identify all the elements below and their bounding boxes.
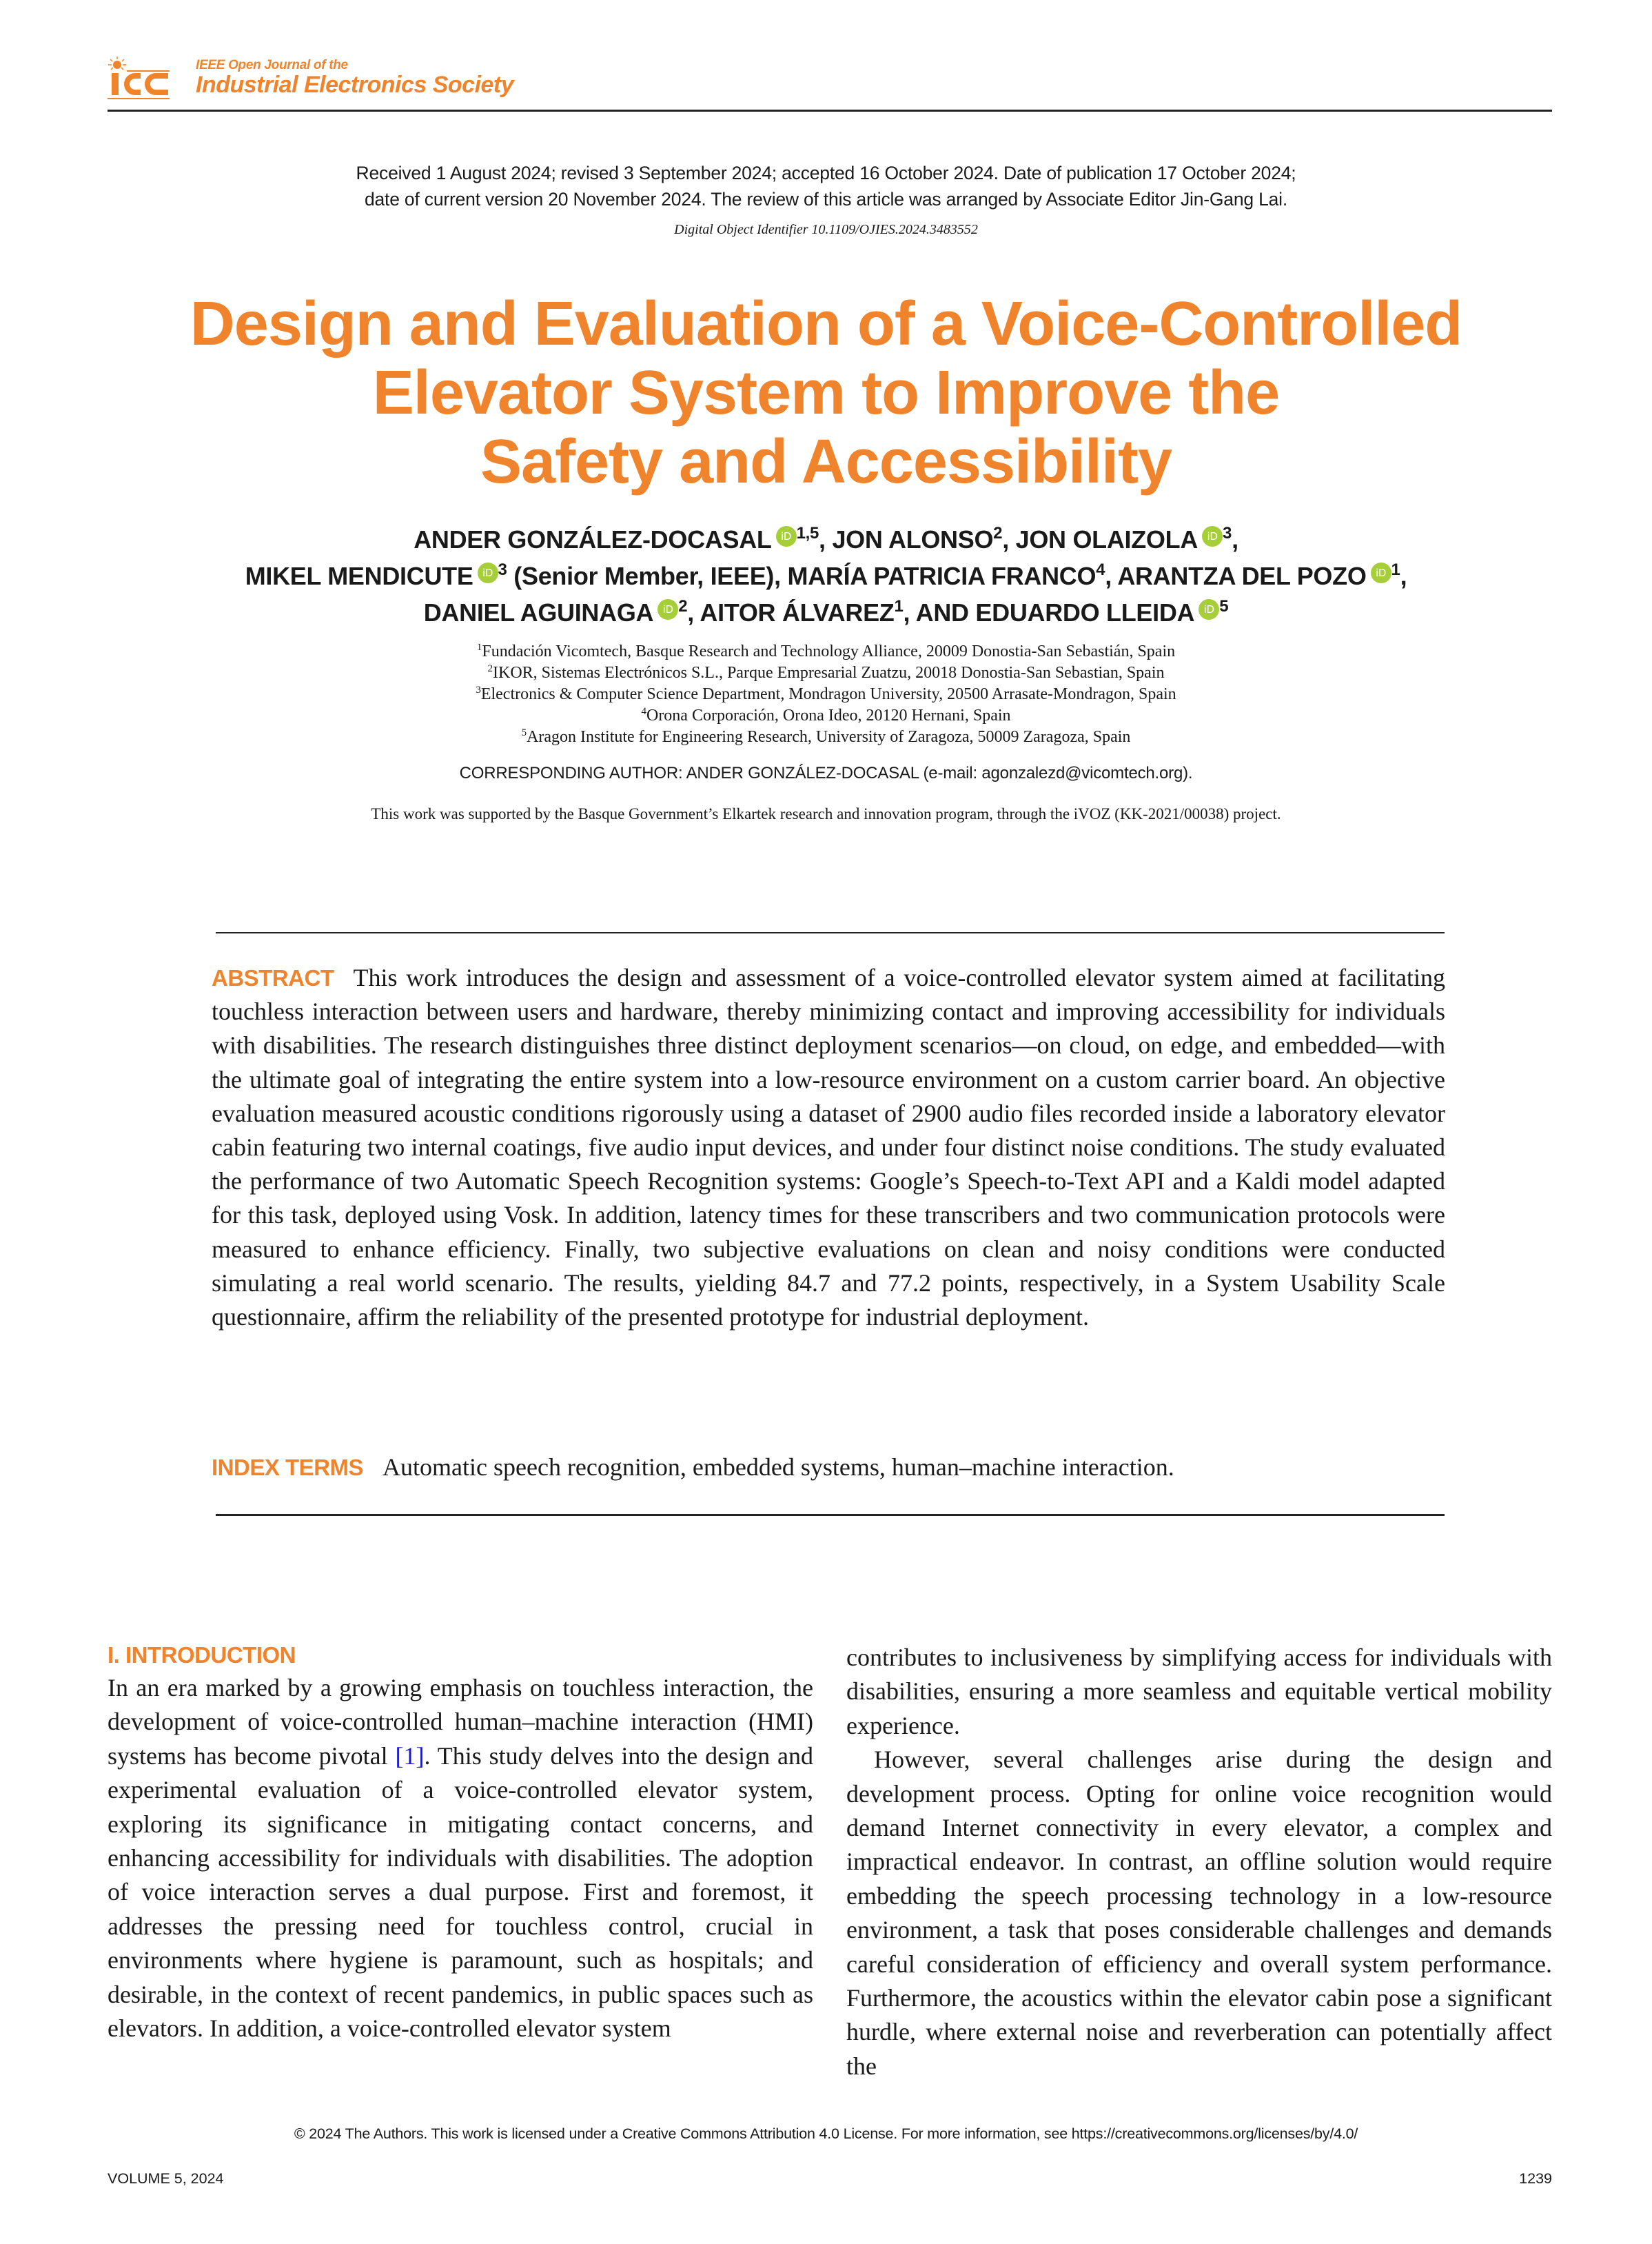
funding-note: This work was supported by the Basque Go…	[371, 805, 1281, 822]
author-affiliation: 1	[894, 597, 904, 616]
intro-paragraph-1: In an era marked by a growing emphasis o…	[108, 1671, 813, 2045]
author-affiliation: 1,5	[796, 524, 819, 543]
abstract: ABSTRACT This work introduces the design …	[212, 961, 1445, 1334]
author-name: JON ALONSO	[832, 525, 994, 554]
title-line-3: Safety and Accessibility	[480, 427, 1172, 496]
author-affiliation: 1	[1391, 560, 1400, 579]
orcid-icon[interactable]: iD	[1370, 563, 1391, 583]
author-list: ANDER GONZÁLEZ-DOCASAL iD 1,5, JON ALONSO2…	[0, 521, 1652, 631]
affiliation-item: 4Orona Corporación, Orona Ideo, 20120 He…	[0, 705, 1652, 727]
abstract-text: This work introduces the design and asse…	[212, 964, 1445, 1331]
author-name: JON OLAIZOLA	[1015, 525, 1199, 554]
affiliation-list: 1Fundación Vicomtech, Basque Research an…	[0, 641, 1652, 748]
title-line-1: Design and Evaluation of a Voice-Control…	[190, 290, 1463, 358]
author-affiliation: 3	[1223, 524, 1232, 543]
affiliation-item: 5Aragon Institute for Engineering Resear…	[0, 727, 1652, 748]
abstract-label: ABSTRACT	[212, 965, 334, 991]
paper-title: Design and Evaluation of a Voice-Control…	[0, 290, 1652, 496]
orcid-icon[interactable]: iD	[775, 526, 797, 547]
page-number: 1239	[1519, 2170, 1552, 2187]
author-name: MIKEL MENDICUTE	[245, 562, 473, 590]
orcid-icon[interactable]: iD	[1199, 599, 1220, 620]
journal-name-line1: IEEE Open Journal of the	[196, 58, 348, 72]
affiliation-text: Fundación Vicomtech, Basque Research and…	[482, 643, 1176, 660]
author-name: MARÍA PATRICIA FRANCO	[787, 562, 1097, 590]
section-heading-introduction: I. INTRODUCTION	[108, 1642, 296, 1668]
affiliation-item: 1Fundación Vicomtech, Basque Research an…	[0, 641, 1652, 663]
intro-paragraph-1-continued: contributes to inclusiveness by simplify…	[846, 1644, 1552, 1739]
publication-history: Received 1 August 2024; revised 3 Septem…	[0, 160, 1652, 212]
journal-header: IEEE Open Journal of the Industrial Elec…	[108, 54, 1552, 109]
author-line-3: DANIEL AGUINAGA iD 2, AITOR ÁLVAREZ1, AND …	[0, 594, 1652, 631]
doi: Digital Object Identifier 10.1109/OJIES.…	[674, 222, 978, 237]
body-column-left: I. INTRODUCTION In an era marked by a gr…	[108, 1641, 813, 2045]
affiliation-text: Orona Corporación, Orona Ideo, 20120 Her…	[646, 707, 1011, 725]
author-separator: ,	[1400, 562, 1407, 590]
volume-label: VOLUME 5, 2024	[108, 2170, 224, 2187]
body-column-right: contributes to inclusiveness by simplify…	[846, 1641, 1552, 2083]
author-name: AITOR ÁLVAREZ	[700, 598, 895, 627]
author-line-2: MIKEL MENDICUTE iD 3 (Senior Member, IEEE)…	[0, 558, 1652, 594]
affiliation-text: IKOR, Sistemas Electrónicos S.L., Parque…	[493, 664, 1165, 682]
author-separator: ,	[1105, 562, 1112, 590]
paragraph-text: . This study delves into the design and …	[108, 1741, 813, 2043]
author-separator: ,	[687, 598, 694, 627]
citation-link[interactable]: [1]	[395, 1742, 424, 1770]
abstract-top-divider	[216, 932, 1445, 933]
header-divider	[108, 110, 1552, 112]
corresponding-author: CORRESPONDING AUTHOR: ANDER GONZÁLEZ-DOC…	[459, 764, 1193, 782]
author-separator: ,	[819, 525, 826, 554]
license-notice: © 2024 The Authors. This work is license…	[294, 2125, 1358, 2142]
author-name: AND EDUARDO LLEIDA	[915, 598, 1195, 627]
affiliation-number: 2	[487, 663, 493, 674]
publication-history-line1: Received 1 August 2024; revised 3 Septem…	[356, 163, 1296, 183]
author-membership: (Senior Member, IEEE),	[507, 562, 781, 590]
affiliation-text: Aragon Institute for Engineering Researc…	[527, 728, 1131, 746]
journal-name-line2: Industrial Electronics Society	[196, 72, 514, 98]
author-affiliation: 2	[993, 524, 1003, 543]
author-name: DANIEL AGUINAGA	[423, 598, 654, 627]
author-separator: ,	[1232, 525, 1238, 554]
abstract-bottom-divider	[216, 1514, 1445, 1516]
index-terms-label: INDEX TERMS	[212, 1455, 364, 1480]
author-name: ARANTZA DEL POZO	[1117, 562, 1367, 590]
affiliation-number: 5	[521, 727, 527, 738]
intro-paragraph-2: However, several challenges arise during…	[846, 1746, 1552, 2080]
affiliation-number: 4	[641, 706, 646, 717]
affiliation-number: 3	[476, 685, 481, 696]
author-separator: ,	[1002, 525, 1009, 554]
affiliation-item: 2IKOR, Sistemas Electrónicos S.L., Parqu…	[0, 663, 1652, 684]
author-affiliation: 5	[1219, 597, 1229, 616]
index-terms-text: Automatic speech recognition, embedded s…	[383, 1453, 1174, 1481]
index-terms: INDEX TERMS Automatic speech recognition,…	[212, 1450, 1445, 1484]
ies-logo-icon	[108, 57, 170, 99]
author-affiliation: 4	[1096, 560, 1105, 579]
author-line-1: ANDER GONZÁLEZ-DOCASAL iD 1,5, JON ALONSO2…	[0, 521, 1652, 558]
orcid-icon[interactable]: iD	[657, 599, 679, 620]
author-separator: ,	[903, 598, 910, 627]
author-affiliation: 3	[498, 560, 507, 579]
orcid-icon[interactable]: iD	[1202, 526, 1223, 547]
author-name[interactable]: ANDER GONZÁLEZ-DOCASAL	[414, 525, 772, 554]
affiliation-text: Electronics & Computer Science Departmen…	[480, 685, 1176, 703]
affiliation-item: 3Electronics & Computer Science Departme…	[0, 684, 1652, 705]
publication-history-line2: date of current version 20 November 2024…	[364, 189, 1288, 210]
orcid-icon[interactable]: iD	[477, 563, 498, 583]
author-affiliation: 2	[678, 597, 688, 616]
title-line-2: Elevator System to Improve the	[372, 358, 1280, 427]
